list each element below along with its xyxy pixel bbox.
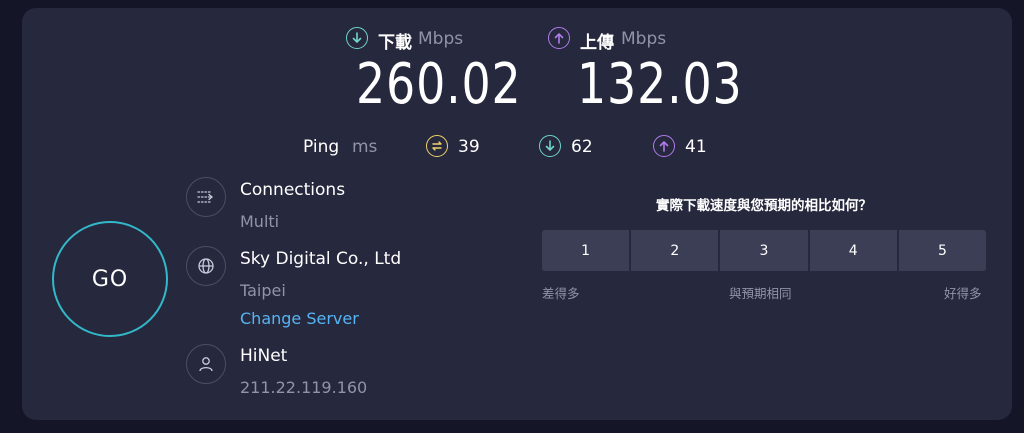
rating-option-5[interactable]: 5 <box>898 230 987 271</box>
rating-option-4[interactable]: 4 <box>809 230 897 271</box>
rating-option-3[interactable]: 3 <box>720 230 808 271</box>
server-location: Taipei <box>240 281 286 300</box>
isp-name: HiNet <box>240 346 288 366</box>
globe-icon <box>186 246 226 286</box>
ping-label: Ping <box>303 137 340 157</box>
download-value: 260.02 <box>356 52 522 117</box>
connections-title: Connections <box>240 180 346 200</box>
server-name: Sky Digital Co., Ltd <box>240 249 402 269</box>
upload-value: 132.03 <box>577 52 743 117</box>
ping-upload-value: 41 <box>685 137 707 157</box>
ping-unit: ms <box>352 137 378 157</box>
upload-ping-icon <box>653 135 675 157</box>
rating-option-2[interactable]: 2 <box>631 230 719 271</box>
upload-title: 上傳 <box>580 33 614 53</box>
arrow-down-circle-icon <box>346 27 368 49</box>
user-icon <box>186 344 226 384</box>
ping-download-value: 62 <box>571 137 593 157</box>
change-server-link[interactable]: Change Server <box>240 309 359 328</box>
go-button[interactable]: GO <box>52 221 168 337</box>
connections-icon <box>186 177 226 217</box>
scale-low-label: 差得多 <box>542 286 580 301</box>
arrow-up-circle-icon <box>548 27 570 49</box>
survey-question: 實際下載速度與您預期的相比如何？ <box>656 198 872 214</box>
results-card: 下載 Mbps 260.02 上傳 Mbps 132.03 Ping ms 39… <box>22 8 1012 420</box>
rating-scale: 1 2 3 4 5 <box>542 230 987 271</box>
ip-address: 211.22.119.160 <box>240 378 368 397</box>
scale-high-label: 好得多 <box>944 286 982 301</box>
upload-unit: Mbps <box>621 29 667 49</box>
download-ping-icon <box>539 135 561 157</box>
ping-idle-value: 39 <box>458 137 480 157</box>
idle-ping-icon <box>426 135 448 157</box>
scale-mid-label: 與預期相同 <box>729 286 792 301</box>
connections-value: Multi <box>240 212 280 231</box>
rating-option-1[interactable]: 1 <box>542 230 630 271</box>
download-unit: Mbps <box>418 29 464 49</box>
download-title: 下載 <box>378 33 412 53</box>
